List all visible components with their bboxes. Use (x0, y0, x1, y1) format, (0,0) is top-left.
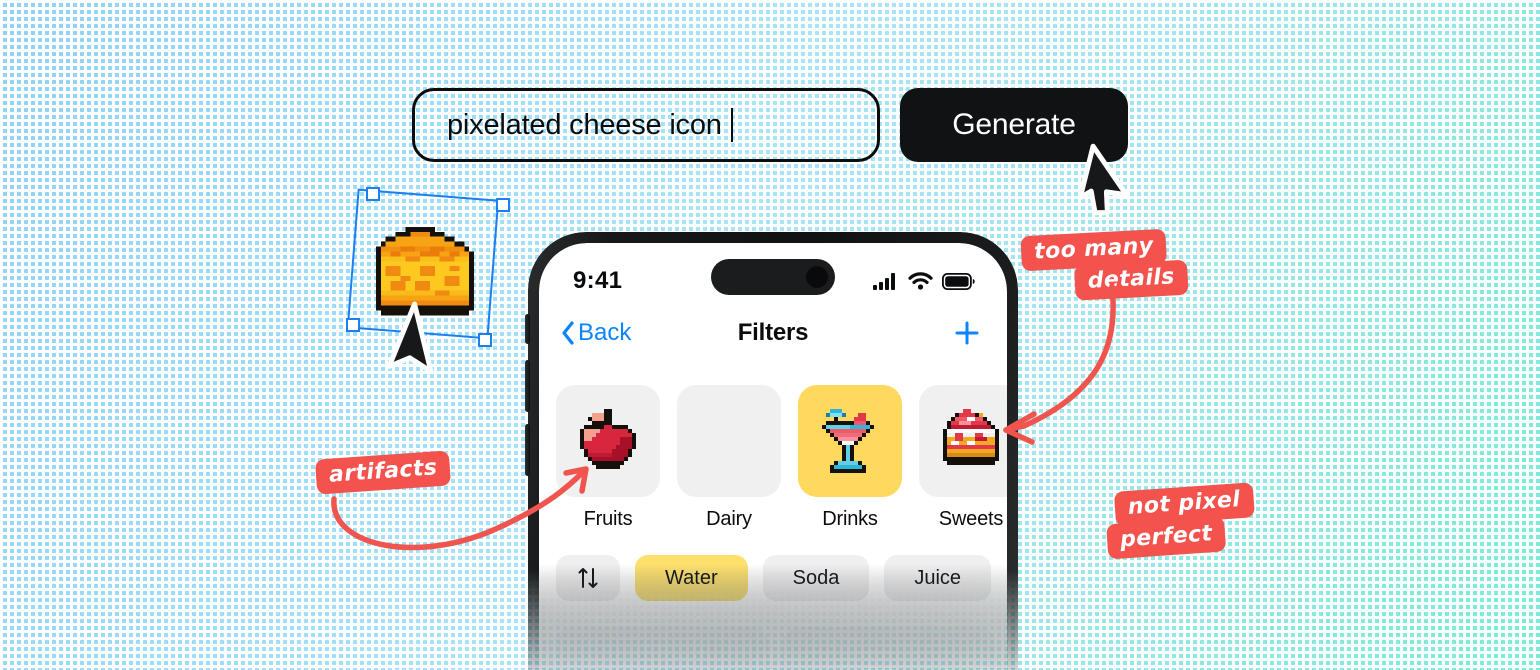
dynamic-island (711, 259, 835, 295)
selection-handle-bottom-right[interactable] (478, 333, 492, 347)
status-time: 9:41 (573, 267, 623, 294)
ghost-card (556, 627, 768, 670)
prompt-input-value: pixelated cheese icon (447, 108, 722, 141)
wifi-icon (908, 272, 933, 290)
phone-mockup: 9:41 Back Filters Fruits Dairy Drinks Sw… (525, 232, 1018, 670)
selection-handle-top-right[interactable] (496, 198, 510, 212)
annotation-arrow-details (1003, 283, 1116, 445)
chip-soda[interactable]: Soda (762, 555, 870, 601)
chevron-left-icon (562, 321, 574, 345)
page-title: Filters (737, 319, 809, 346)
volume-up-button[interactable] (525, 360, 530, 412)
add-button[interactable] (953, 319, 981, 347)
chip-juice[interactable]: Juice (884, 555, 992, 601)
battery-icon (942, 272, 975, 290)
cocktail-icon (822, 409, 874, 473)
category-item-drinks[interactable]: Drinks (798, 385, 902, 531)
plus-icon (955, 321, 979, 345)
content-preview-row (539, 601, 1007, 670)
ghost-card (783, 627, 995, 670)
annotation-arrow-artifacts (331, 466, 589, 551)
text-caret (730, 108, 734, 142)
category-label: Sweets (938, 508, 1004, 530)
cake-icon (943, 409, 999, 465)
selection-handle-top-left[interactable] (366, 187, 380, 201)
nav-bar: Back Filters (539, 305, 1007, 361)
category-item-dairy[interactable]: Dairy (677, 385, 781, 531)
prompt-input[interactable]: pixelated cheese icon (412, 88, 880, 162)
annotation-not-pixel-perfect: not pixel perfect (1106, 482, 1257, 560)
category-label: Dairy (706, 508, 752, 530)
mute-switch[interactable] (525, 314, 530, 344)
category-item-sweets[interactable]: Sweets (919, 385, 1007, 531)
front-camera-icon (806, 266, 828, 288)
category-tile-drinks[interactable] (798, 385, 902, 497)
category-tile-sweets[interactable] (919, 385, 1007, 497)
category-tile-dairy[interactable] (677, 385, 781, 497)
chip-water[interactable]: Water (635, 555, 748, 601)
signal-bars-icon (873, 273, 895, 290)
status-icons (873, 272, 975, 290)
back-button-label: Back (578, 319, 632, 346)
arrow-cursor (379, 298, 446, 383)
selection-handle-bottom-left[interactable] (346, 318, 360, 332)
back-button[interactable]: Back (561, 319, 631, 347)
status-bar: 9:41 (539, 243, 1007, 305)
category-label: Drinks (822, 508, 878, 530)
prompt-toolbar: pixelated cheese icon Generate (412, 88, 1128, 162)
